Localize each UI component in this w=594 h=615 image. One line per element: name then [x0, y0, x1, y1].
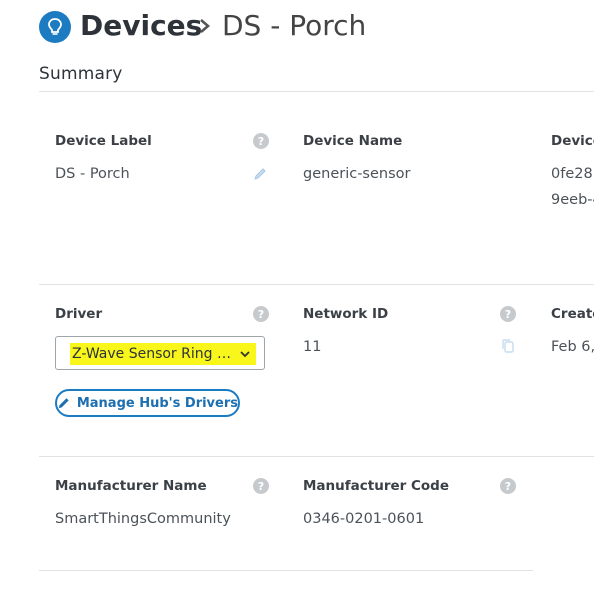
lightbulb-icon: [39, 11, 71, 43]
network-id-label: Network ID: [303, 306, 389, 322]
driver-select-value: Z-Wave Sensor Ring Tamper: [72, 346, 232, 362]
divider: [39, 91, 594, 92]
device-id-value-line2: 9eeb-4: [551, 192, 594, 208]
driver-label: Driver: [55, 306, 103, 322]
divider: [39, 570, 533, 571]
manufacturer-code-label: Manufacturer Code: [303, 478, 449, 494]
device-label-help-icon[interactable]: ?: [253, 133, 269, 149]
manufacturer-name-label: Manufacturer Name: [55, 478, 207, 494]
network-id-value: 11: [303, 339, 322, 355]
device-id-value-line1: 0fe287: [551, 166, 594, 182]
pencil-icon[interactable]: [252, 166, 268, 182]
chevron-right-icon: [200, 19, 210, 33]
device-name-value: generic-sensor: [303, 166, 411, 182]
divider: [39, 284, 594, 285]
breadcrumb-device: DS - Porch: [222, 9, 367, 42]
device-id-label: Device: [551, 133, 594, 149]
divider: [39, 456, 594, 457]
manufacturer-name-value: SmartThingsCommunity: [55, 511, 231, 527]
created-label: Created: [551, 306, 594, 322]
page-title[interactable]: Devices: [80, 8, 202, 44]
device-label-value: DS - Porch: [55, 166, 130, 182]
chevron-down-icon: [240, 351, 250, 358]
copy-icon[interactable]: [501, 338, 515, 354]
device-name-label: Device Name: [303, 133, 403, 149]
section-title: Summary: [39, 64, 123, 84]
network-id-help-icon[interactable]: ?: [500, 306, 516, 322]
manage-hub-drivers-button[interactable]: Manage Hub's Drivers: [55, 389, 240, 417]
created-value: Feb 6,: [551, 339, 594, 355]
driver-select[interactable]: Z-Wave Sensor Ring Tamper: [55, 336, 265, 370]
manage-hub-drivers-label: Manage Hub's Drivers: [76, 395, 238, 411]
pencil-icon: [58, 398, 69, 409]
manufacturer-code-help-icon[interactable]: ?: [500, 478, 516, 494]
manufacturer-code-value: 0346-0201-0601: [303, 511, 425, 527]
device-label-label: Device Label: [55, 133, 152, 149]
manufacturer-name-help-icon[interactable]: ?: [253, 478, 269, 494]
driver-help-icon[interactable]: ?: [253, 306, 269, 322]
